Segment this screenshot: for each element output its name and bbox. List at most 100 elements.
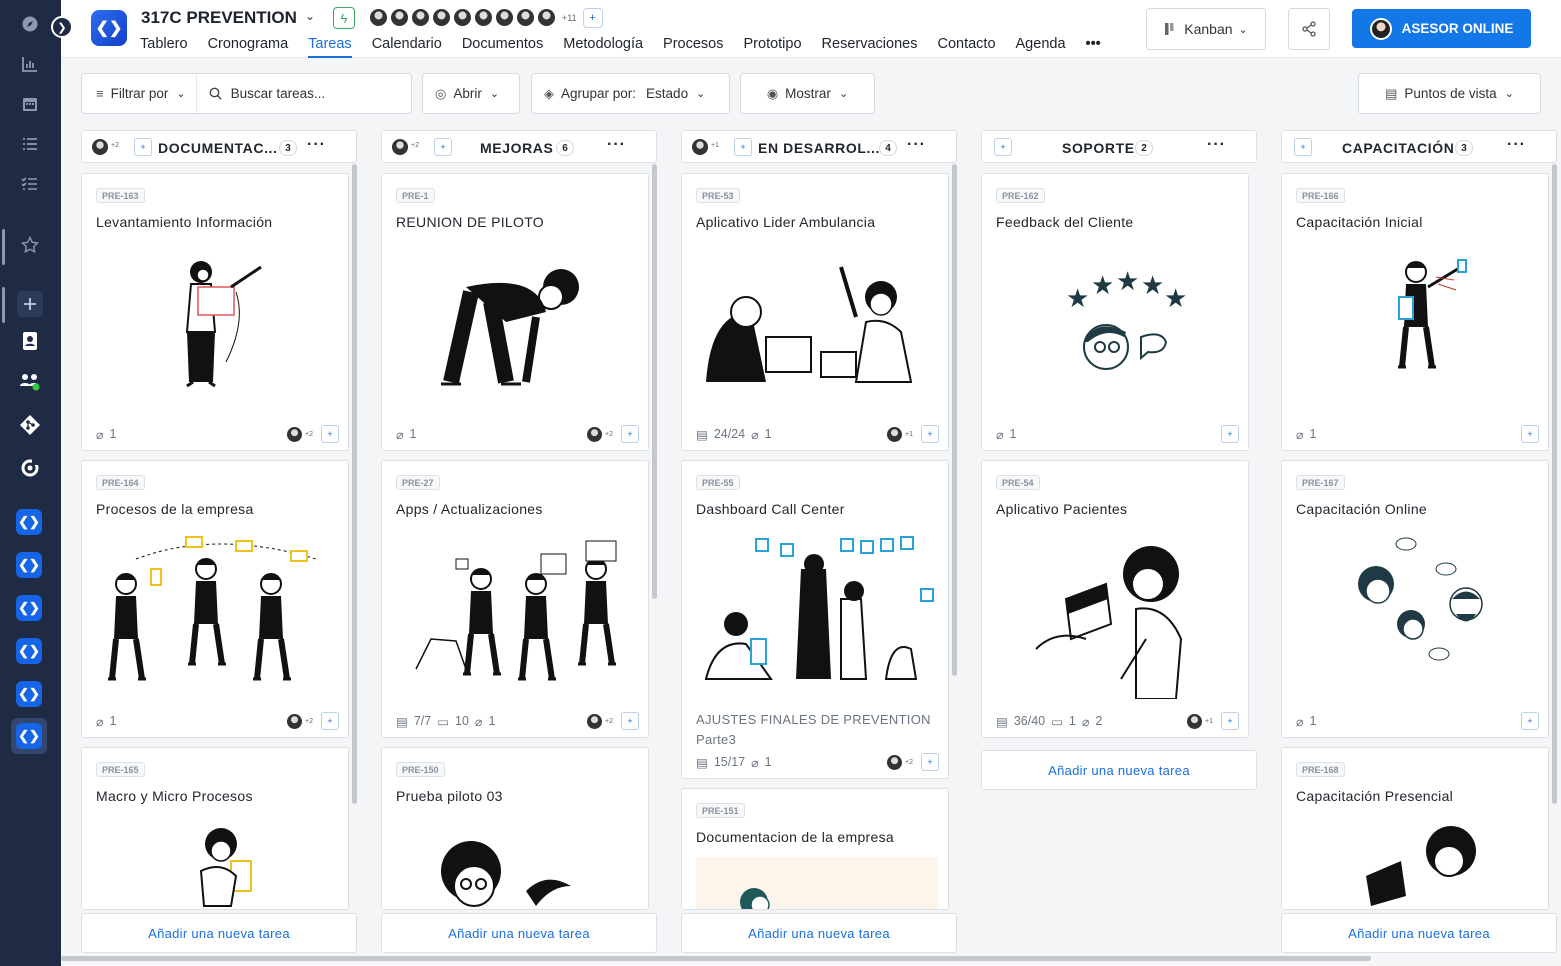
avatar[interactable] [887, 754, 903, 770]
avatar[interactable] [411, 8, 430, 27]
compass-icon[interactable] [17, 11, 43, 37]
add-assignee-button[interactable]: + [621, 712, 639, 730]
more-tabs-button[interactable]: ••• [1086, 36, 1101, 58]
add-assignee-button[interactable]: + [1221, 425, 1239, 443]
column-menu-button[interactable]: ··· [307, 136, 326, 154]
add-assignee-button[interactable]: + [621, 425, 639, 443]
task-card[interactable]: PRE-165 Macro y Micro Procesos [81, 747, 349, 910]
add-assignee-button[interactable]: + [994, 138, 1012, 156]
tab-prototipo[interactable]: Prototipo [744, 36, 802, 58]
tab-tablero[interactable]: Tablero [140, 36, 188, 58]
chevron-down-icon[interactable]: ⌄ [305, 9, 315, 23]
share-button[interactable] [1288, 8, 1330, 50]
chart-icon[interactable] [17, 51, 43, 77]
search-input[interactable]: Buscar tareas... [231, 86, 326, 101]
task-card[interactable]: PRE-1 REUNION DE PILOTO ⌀ 1 +2 + [381, 173, 649, 451]
add-member-button[interactable]: + [582, 8, 603, 28]
task-card[interactable]: PRE-164 Procesos de la empresa ⌀ 1 +2 + [81, 460, 349, 738]
project-title[interactable]: 317C PREVENTION [141, 8, 297, 28]
tab-documentos[interactable]: Documentos [462, 36, 543, 58]
column-menu-button[interactable]: ··· [907, 136, 926, 154]
add-assignee-button[interactable]: + [921, 753, 939, 771]
avatar[interactable] [692, 139, 708, 155]
open-filter-button[interactable]: ◎ Abrir ⌄ [422, 73, 520, 114]
add-assignee-button[interactable]: + [321, 712, 339, 730]
app-shortcut-1[interactable]: ❮❯ [16, 509, 42, 535]
task-card[interactable]: PRE-166 Capacitación Inicial ⌀ 1 + [1281, 173, 1549, 451]
column-scrollbar[interactable] [1552, 164, 1557, 804]
filter-button[interactable]: ≡ Filtrar por ⌄ [82, 74, 197, 113]
view-selector[interactable]: Kanban ⌄ [1146, 8, 1266, 50]
members-more-count[interactable]: +11 [562, 13, 577, 28]
app-shortcut-3[interactable]: ❮❯ [16, 595, 42, 621]
avatar[interactable] [369, 8, 388, 27]
avatar[interactable] [537, 8, 556, 27]
avatar[interactable] [287, 713, 303, 729]
bolt-icon[interactable]: ϟ [333, 7, 355, 29]
add-assignee-button[interactable]: + [321, 425, 339, 443]
app-shortcut-5[interactable]: ❮❯ [16, 681, 42, 707]
task-card[interactable]: PRE-53 Aplicativo Lider Ambulancia ▤ 24/2… [681, 173, 949, 451]
add-assignee-button[interactable]: + [1521, 425, 1539, 443]
task-card[interactable]: PRE-162 Feedback del Cliente ★ ★ ★ ★ ★ ⌀ 1 + [981, 173, 1249, 451]
viewpoints-button[interactable]: ▤ Puntos de vista ⌄ [1358, 73, 1541, 114]
task-card[interactable]: PRE-163 Levantamiento Información ⌀ 1 +2 … [81, 173, 349, 451]
add-assignee-button[interactable]: + [921, 425, 939, 443]
avatar[interactable] [474, 8, 493, 27]
avatar[interactable] [287, 426, 303, 442]
plus-icon[interactable] [17, 291, 43, 317]
calendar-icon[interactable] [17, 91, 43, 117]
tab-calendario[interactable]: Calendario [372, 36, 442, 58]
add-assignee-button[interactable]: + [1221, 712, 1239, 730]
group-by-button[interactable]: ◈ Agrupar por: Estado ⌄ [531, 73, 730, 114]
column-menu-button[interactable]: ··· [1507, 136, 1526, 154]
task-card[interactable]: PRE-151 Documentacion de la empresa [681, 788, 949, 910]
add-task-button[interactable]: Añadir una nueva tarea [381, 913, 657, 953]
task-card[interactable]: PRE-27 Apps / Actualizaciones ▤ 7/7 ▭ 10 ⌀… [381, 460, 649, 738]
column-scrollbar[interactable] [352, 164, 357, 804]
online-advisor-button[interactable]: ASESOR ONLINE [1352, 9, 1531, 48]
tab-procesos[interactable]: Procesos [663, 36, 723, 58]
app-shortcut-6[interactable]: ❮❯ [16, 723, 42, 749]
task-card[interactable]: PRE-54 Aplicativo Pacientes ▤ 36/40 ▭ 1 ⌀ 2… [981, 460, 1249, 738]
add-task-button[interactable]: Añadir una nueva tarea [1281, 913, 1557, 953]
avatar[interactable] [390, 8, 409, 27]
add-assignee-button[interactable]: + [434, 138, 452, 156]
add-assignee-button[interactable]: + [1521, 712, 1539, 730]
add-assignee-button[interactable]: + [134, 138, 152, 156]
add-task-button[interactable]: Añadir una nueva tarea [81, 913, 357, 953]
show-button[interactable]: ◉ Mostrar ⌄ [740, 73, 875, 114]
app-shortcut-4[interactable]: ❮❯ [16, 638, 42, 664]
add-task-button[interactable]: Añadir una nueva tarea [981, 750, 1257, 790]
task-card[interactable]: PRE-167 Capacitación Online ⌀ 1 + [1281, 460, 1549, 738]
board-horizontal-scrollbar[interactable] [61, 956, 1371, 961]
avatar[interactable] [516, 8, 535, 27]
column-scrollbar[interactable] [652, 164, 657, 599]
star-icon[interactable] [17, 232, 43, 258]
avatar[interactable] [92, 139, 108, 155]
tab-cronograma[interactable]: Cronograma [208, 36, 289, 58]
app-shortcut-2[interactable]: ❮❯ [16, 552, 42, 578]
column-scrollbar[interactable] [952, 164, 957, 676]
checklist-icon[interactable] [17, 171, 43, 197]
add-assignee-button[interactable]: + [1294, 138, 1312, 156]
tab-agenda[interactable]: Agenda [1016, 36, 1066, 58]
column-menu-button[interactable]: ··· [1207, 136, 1226, 154]
avatar[interactable] [887, 426, 903, 442]
avatar[interactable] [432, 8, 451, 27]
task-card[interactable]: PRE-168 Capacitación Presencial [1281, 747, 1549, 910]
column-menu-button[interactable]: ··· [607, 136, 626, 154]
git-icon[interactable] [17, 412, 43, 438]
add-assignee-button[interactable]: + [734, 138, 752, 156]
list-icon[interactable] [17, 131, 43, 157]
tab-tareas[interactable]: Tareas [308, 36, 352, 58]
tab-contacto[interactable]: Contacto [937, 36, 995, 58]
avatar[interactable] [392, 139, 408, 155]
add-task-button[interactable]: Añadir una nueva tarea [681, 913, 957, 953]
task-card[interactable]: PRE-55 Dashboard Call Center AJUSTES FIN… [681, 460, 949, 779]
tab-reservaciones[interactable]: Reservaciones [822, 36, 918, 58]
avatar[interactable] [587, 426, 603, 442]
task-card[interactable]: PRE-150 Prueba piloto 03 [381, 747, 649, 910]
contacts-icon[interactable] [17, 328, 43, 354]
avatar[interactable] [453, 8, 472, 27]
